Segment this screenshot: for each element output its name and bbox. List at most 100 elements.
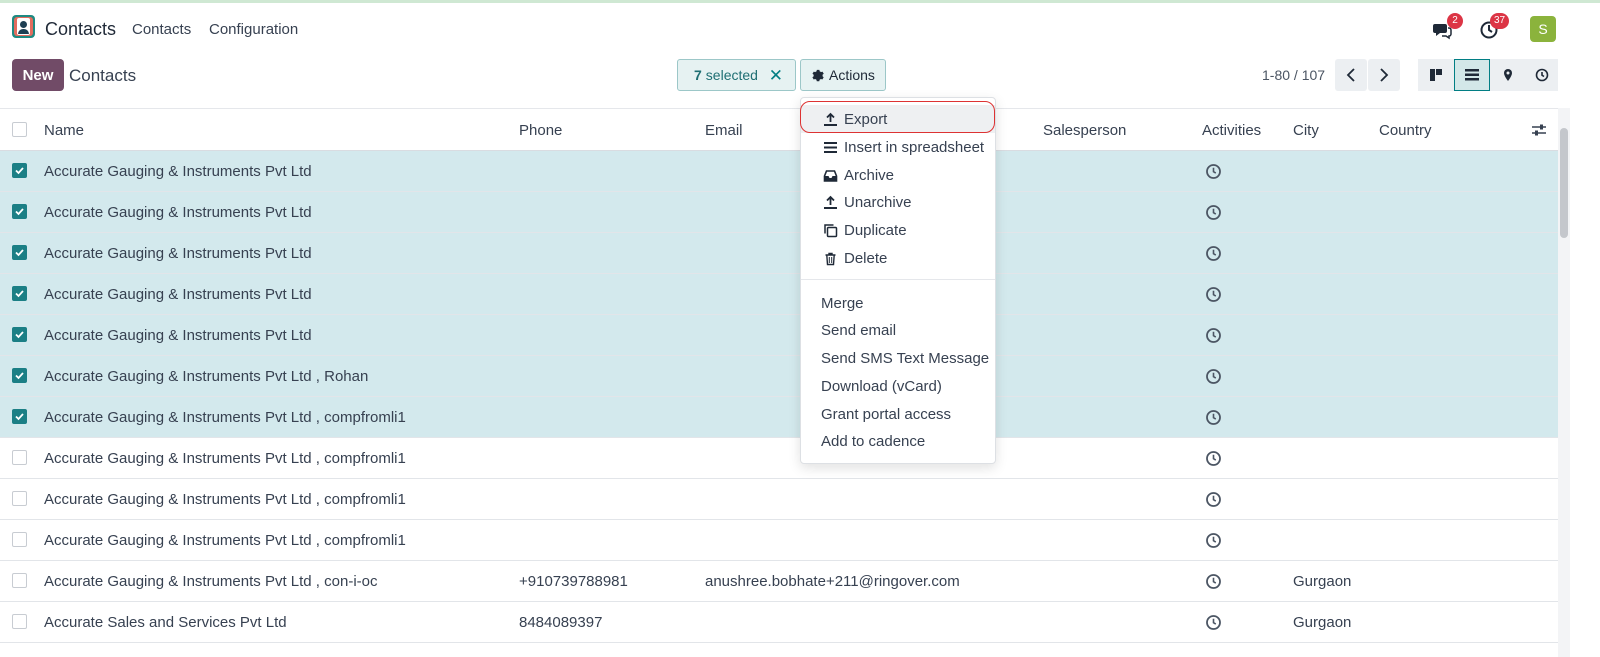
row-phone: +910739788981 (519, 573, 628, 590)
table-row[interactable]: Accurate Gauging & Instruments Pvt Ltd ,… (0, 520, 1558, 561)
activity-clock-icon[interactable] (1205, 204, 1222, 221)
menu-item-label: Add to cadence (821, 433, 926, 450)
menu-item-archive[interactable]: Archive (801, 161, 995, 189)
column-salesperson[interactable]: Salesperson (1043, 122, 1126, 139)
new-button[interactable]: New (12, 59, 64, 91)
row-name: Accurate Gauging & Instruments Pvt Ltd ,… (44, 491, 406, 508)
table-row[interactable]: Accurate Gauging & Instruments Pvt Ltd ,… (0, 397, 1558, 438)
menu-item-export[interactable]: Export (801, 105, 995, 133)
activity-clock-icon[interactable] (1205, 286, 1222, 303)
menu-item-duplicate[interactable]: Duplicate (801, 216, 995, 244)
menu-item-insert-in-spreadsheet[interactable]: Insert in spreadsheet (801, 133, 995, 161)
check-icon (15, 290, 24, 298)
menu-contacts[interactable]: Contacts (132, 21, 191, 38)
column-email[interactable]: Email (705, 122, 743, 139)
table-row[interactable]: Accurate Gauging & Instruments Pvt Ltd ,… (0, 561, 1558, 602)
row-checkbox[interactable] (12, 573, 27, 588)
list-icon (824, 142, 837, 153)
table-row[interactable]: Accurate Gauging & Instruments Pvt Ltd (0, 192, 1558, 233)
activity-clock-icon[interactable] (1205, 327, 1222, 344)
table-row[interactable]: Accurate Gauging & Instruments Pvt Ltd ,… (0, 438, 1558, 479)
row-checkbox[interactable] (12, 491, 27, 506)
row-checkbox[interactable] (12, 532, 27, 547)
row-checkbox[interactable] (12, 614, 27, 629)
activity-count-badge: 37 (1490, 13, 1510, 29)
list-view-button[interactable] (1454, 59, 1490, 91)
menu-divider (801, 279, 995, 280)
pager-value[interactable]: 1-80 / 107 (1262, 67, 1325, 83)
clock-icon (1535, 68, 1549, 82)
table-row[interactable]: Accurate Gauging & Instruments Pvt Ltd ,… (0, 356, 1558, 397)
row-name: Accurate Gauging & Instruments Pvt Ltd (44, 163, 312, 180)
actions-button[interactable]: Actions (800, 59, 886, 91)
optional-columns-icon[interactable] (1531, 123, 1547, 137)
kanban-icon (1430, 69, 1442, 81)
table-row[interactable]: Accurate Gauging & Instruments Pvt Ltd (0, 274, 1558, 315)
row-email: anushree.bobhate+211@ringover.com (705, 573, 960, 590)
menu-configuration[interactable]: Configuration (209, 21, 298, 38)
table-row[interactable]: Accurate Gauging & Instruments Pvt Ltd ,… (0, 479, 1558, 520)
clear-selection-icon[interactable]: ✕ (769, 66, 783, 86)
row-checkbox[interactable] (12, 245, 27, 260)
row-name: Accurate Gauging & Instruments Pvt Ltd ,… (44, 450, 406, 467)
activity-clock-icon[interactable] (1205, 532, 1222, 549)
column-phone[interactable]: Phone (519, 122, 562, 139)
column-activities[interactable]: Activities (1202, 122, 1261, 139)
menu-item-unarchive[interactable]: Unarchive (801, 188, 995, 216)
user-avatar[interactable]: S (1530, 16, 1556, 42)
row-checkbox[interactable] (12, 368, 27, 383)
activity-clock-icon[interactable] (1205, 491, 1222, 508)
table-row[interactable]: Accurate Gauging & Instruments Pvt Ltd (0, 233, 1558, 274)
row-checkbox[interactable] (12, 450, 27, 465)
activity-clock-icon[interactable] (1205, 163, 1222, 180)
menu-item-label: Unarchive (844, 194, 912, 211)
row-checkbox[interactable] (12, 204, 27, 219)
column-country[interactable]: Country (1379, 122, 1432, 139)
activity-clock-icon[interactable] (1205, 368, 1222, 385)
check-icon (15, 372, 24, 380)
app-name[interactable]: Contacts (45, 19, 116, 40)
activity-view-button[interactable] (1526, 59, 1558, 91)
row-name: Accurate Gauging & Instruments Pvt Ltd ,… (44, 409, 406, 426)
menu-item-add-to-cadence[interactable]: Add to cadence (801, 427, 995, 455)
activity-clock-icon[interactable] (1205, 450, 1222, 467)
menu-item-send-email[interactable]: Send email (801, 316, 995, 344)
menu-item-send-sms-text-message[interactable]: Send SMS Text Message (801, 344, 995, 372)
row-city: Gurgaon (1293, 573, 1352, 590)
check-icon (15, 167, 24, 175)
row-checkbox[interactable] (12, 163, 27, 178)
row-checkbox[interactable] (12, 327, 27, 342)
chevron-left-icon (1346, 68, 1355, 82)
row-checkbox[interactable] (12, 286, 27, 301)
actions-dropdown-menu: Export Insert in spreadsheet Archive Unarch… (800, 97, 996, 464)
menu-item-merge[interactable]: Merge (801, 289, 995, 317)
chevron-right-icon (1380, 68, 1389, 82)
menu-item-delete[interactable]: Delete (801, 244, 995, 272)
column-name[interactable]: Name (44, 122, 84, 139)
table-row[interactable]: Accurate Sales and Services Pvt Ltd 84840… (0, 602, 1558, 643)
menu-item-download-vcard[interactable]: Download (vCard) (801, 372, 995, 400)
row-checkbox[interactable] (12, 409, 27, 424)
scrollbar-thumb[interactable] (1560, 128, 1568, 238)
menu-item-grant-portal-access[interactable]: Grant portal access (801, 400, 995, 428)
map-view-button[interactable] (1490, 59, 1526, 91)
actions-label: Actions (829, 67, 875, 83)
activity-clock-icon[interactable] (1205, 573, 1222, 590)
select-all-checkbox[interactable] (12, 122, 27, 137)
vertical-scrollbar[interactable] (1558, 108, 1570, 657)
menu-item-label: Grant portal access (821, 406, 952, 423)
pager-previous-button[interactable] (1335, 59, 1367, 91)
contacts-app-icon[interactable] (12, 15, 35, 38)
table-row[interactable]: Accurate Gauging & Instruments Pvt Ltd (0, 151, 1558, 192)
page-title: Contacts (69, 66, 137, 85)
activity-clock-icon[interactable] (1205, 245, 1222, 262)
pager-next-button[interactable] (1368, 59, 1400, 91)
activity-clock-icon[interactable] (1205, 614, 1222, 631)
table-row[interactable]: Accurate Gauging & Instruments Pvt Ltd (0, 315, 1558, 356)
activity-clock-icon[interactable] (1205, 409, 1222, 426)
column-city[interactable]: City (1293, 122, 1319, 139)
kanban-view-button[interactable] (1418, 59, 1454, 91)
row-name: Accurate Sales and Services Pvt Ltd (44, 614, 287, 631)
table-header: Name Phone Email Salesperson Activities … (0, 108, 1558, 151)
trash-icon (825, 252, 836, 266)
